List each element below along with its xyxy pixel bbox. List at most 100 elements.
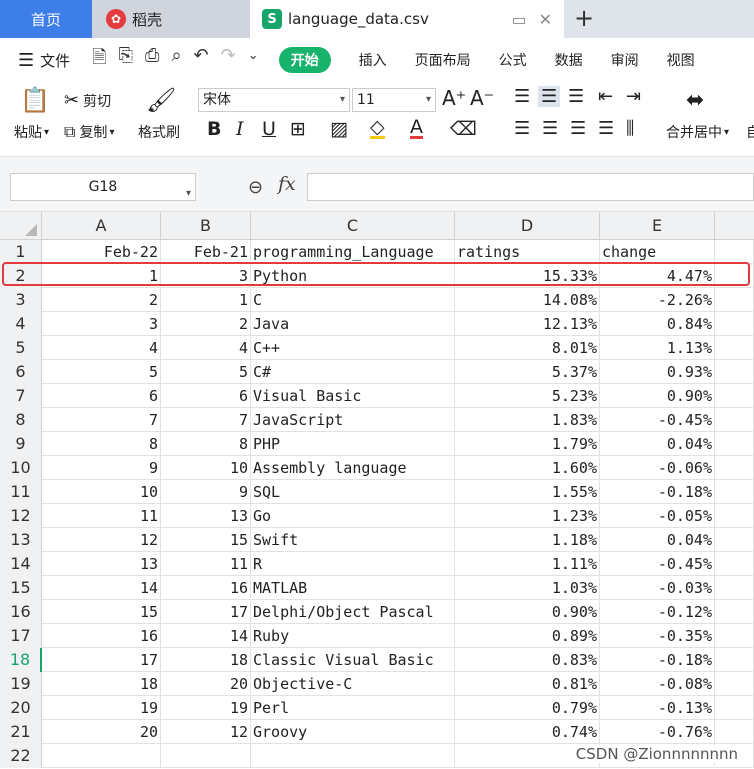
cell-a[interactable]: 19	[42, 696, 161, 720]
tab-daoke[interactable]: ✿ 稻壳	[92, 0, 250, 38]
menu-review[interactable]: 审阅	[611, 50, 639, 70]
cell-d[interactable]: 1.83%	[455, 408, 600, 432]
row-header[interactable]: 13	[0, 528, 42, 552]
menu-data[interactable]: 数据	[555, 50, 583, 70]
cell-e[interactable]: 0.93%	[600, 360, 715, 384]
row-header[interactable]: 11	[0, 480, 42, 504]
cell-e[interactable]: -0.03%	[600, 576, 715, 600]
row-header[interactable]: 5	[0, 336, 42, 360]
cell-a[interactable]: 8	[42, 432, 161, 456]
row-header[interactable]: 4	[0, 312, 42, 336]
cell-b[interactable]: 18	[161, 648, 251, 672]
cell-e[interactable]: -0.12%	[600, 600, 715, 624]
cell-b[interactable]: 5	[161, 360, 251, 384]
cell-f[interactable]	[715, 312, 754, 336]
cell-e[interactable]: change	[600, 240, 715, 264]
bold-icon[interactable]: B	[207, 118, 221, 140]
export-icon[interactable]: ⎘	[119, 45, 133, 75]
cell-f[interactable]	[715, 360, 754, 384]
merge-icon[interactable]: ⬌	[686, 88, 704, 113]
format-painter-button[interactable]: 格式刷	[138, 122, 180, 142]
align-center-icon[interactable]: ☰	[542, 118, 558, 139]
cell-b[interactable]: 15	[161, 528, 251, 552]
save-icon[interactable]: 🗎	[92, 45, 106, 75]
menu-page-layout[interactable]: 页面布局	[415, 50, 471, 70]
distributed-icon[interactable]: ⫼	[626, 118, 634, 139]
cell-d[interactable]: 1.55%	[455, 480, 600, 504]
cell-b[interactable]: 20	[161, 672, 251, 696]
column-header-a[interactable]: A	[42, 212, 161, 240]
cell-b[interactable]: 9	[161, 480, 251, 504]
cell-c[interactable]: Swift	[251, 528, 455, 552]
cell-b[interactable]: 3	[161, 264, 251, 288]
cell-b[interactable]: 1	[161, 288, 251, 312]
row-header[interactable]: 20	[0, 696, 42, 720]
zoom-icon[interactable]: ⊖	[248, 177, 263, 198]
underline-icon[interactable]: U	[262, 118, 276, 140]
fill-pattern-icon[interactable]: ▨	[330, 118, 348, 140]
menu-insert[interactable]: 插入	[359, 50, 387, 70]
cell-d[interactable]: 15.33%	[455, 264, 600, 288]
cell-f[interactable]	[715, 648, 754, 672]
cell-f[interactable]	[715, 456, 754, 480]
row-header[interactable]: 12	[0, 504, 42, 528]
cell-d[interactable]: 5.37%	[455, 360, 600, 384]
cell-c[interactable]: Ruby	[251, 624, 455, 648]
cell-d[interactable]: 0.81%	[455, 672, 600, 696]
undo-icon[interactable]: ↶	[194, 45, 209, 75]
cell-b[interactable]: 11	[161, 552, 251, 576]
cell-e[interactable]: 0.90%	[600, 384, 715, 408]
cell-c[interactable]: C	[251, 288, 455, 312]
row-header[interactable]: 6	[0, 360, 42, 384]
font-shrink-icon[interactable]: A⁻	[470, 86, 494, 110]
menu-formula[interactable]: 公式	[499, 50, 527, 70]
cell-a[interactable]: 15	[42, 600, 161, 624]
float-window-icon[interactable]: ▭	[511, 10, 526, 29]
cell-a[interactable]: 5	[42, 360, 161, 384]
cell-c[interactable]: R	[251, 552, 455, 576]
cell-e[interactable]: -0.18%	[600, 480, 715, 504]
cell-c[interactable]: Python	[251, 264, 455, 288]
cell-b[interactable]: 12	[161, 720, 251, 744]
column-header-c[interactable]: C	[251, 212, 455, 240]
cell-c[interactable]: Classic Visual Basic	[251, 648, 455, 672]
font-size-select[interactable]: 11 ▾	[352, 88, 436, 112]
cell-d[interactable]: 12.13%	[455, 312, 600, 336]
cell-b[interactable]: 4	[161, 336, 251, 360]
menu-view[interactable]: 视图	[667, 50, 695, 70]
cell-a[interactable]: Feb-22	[42, 240, 161, 264]
cell-f[interactable]	[715, 240, 754, 264]
cell-f[interactable]	[715, 336, 754, 360]
cell-e[interactable]: -0.35%	[600, 624, 715, 648]
cell-c[interactable]: C#	[251, 360, 455, 384]
select-all-corner[interactable]	[0, 212, 42, 240]
cell-a[interactable]: 13	[42, 552, 161, 576]
cell-f[interactable]	[715, 384, 754, 408]
chevron-down-icon[interactable]: ⌄	[248, 45, 259, 75]
cut-button[interactable]: ✂ 剪切	[64, 90, 111, 111]
row-header[interactable]: 19	[0, 672, 42, 696]
row-header[interactable]: 9	[0, 432, 42, 456]
cell-a[interactable]: 7	[42, 408, 161, 432]
cell-b[interactable]: 7	[161, 408, 251, 432]
menu-file[interactable]: ☰ 文件	[18, 50, 70, 71]
cell-e[interactable]: -0.05%	[600, 504, 715, 528]
cell-b[interactable]: 19	[161, 696, 251, 720]
align-left-icon[interactable]: ☰	[514, 118, 530, 139]
cell-a[interactable]: 3	[42, 312, 161, 336]
column-header-b[interactable]: B	[161, 212, 251, 240]
cell-b[interactable]: 16	[161, 576, 251, 600]
tab-file[interactable]: S language_data.csv ▭ ✕	[250, 0, 564, 38]
cell-d[interactable]: 1.23%	[455, 504, 600, 528]
cell-c[interactable]: Assembly language	[251, 456, 455, 480]
cell-b[interactable]: 10	[161, 456, 251, 480]
cell-c[interactable]: programming_Language	[251, 240, 455, 264]
cell-e[interactable]: 1.13%	[600, 336, 715, 360]
font-name-select[interactable]: 宋体 ▾	[198, 88, 350, 112]
cell-f[interactable]	[715, 264, 754, 288]
name-box[interactable]: G18 ▾	[10, 173, 196, 201]
close-tab-icon[interactable]: ✕	[539, 10, 552, 29]
cell-d[interactable]: 1.18%	[455, 528, 600, 552]
cell-a[interactable]	[42, 744, 161, 768]
cell-d[interactable]: ratings	[455, 240, 600, 264]
